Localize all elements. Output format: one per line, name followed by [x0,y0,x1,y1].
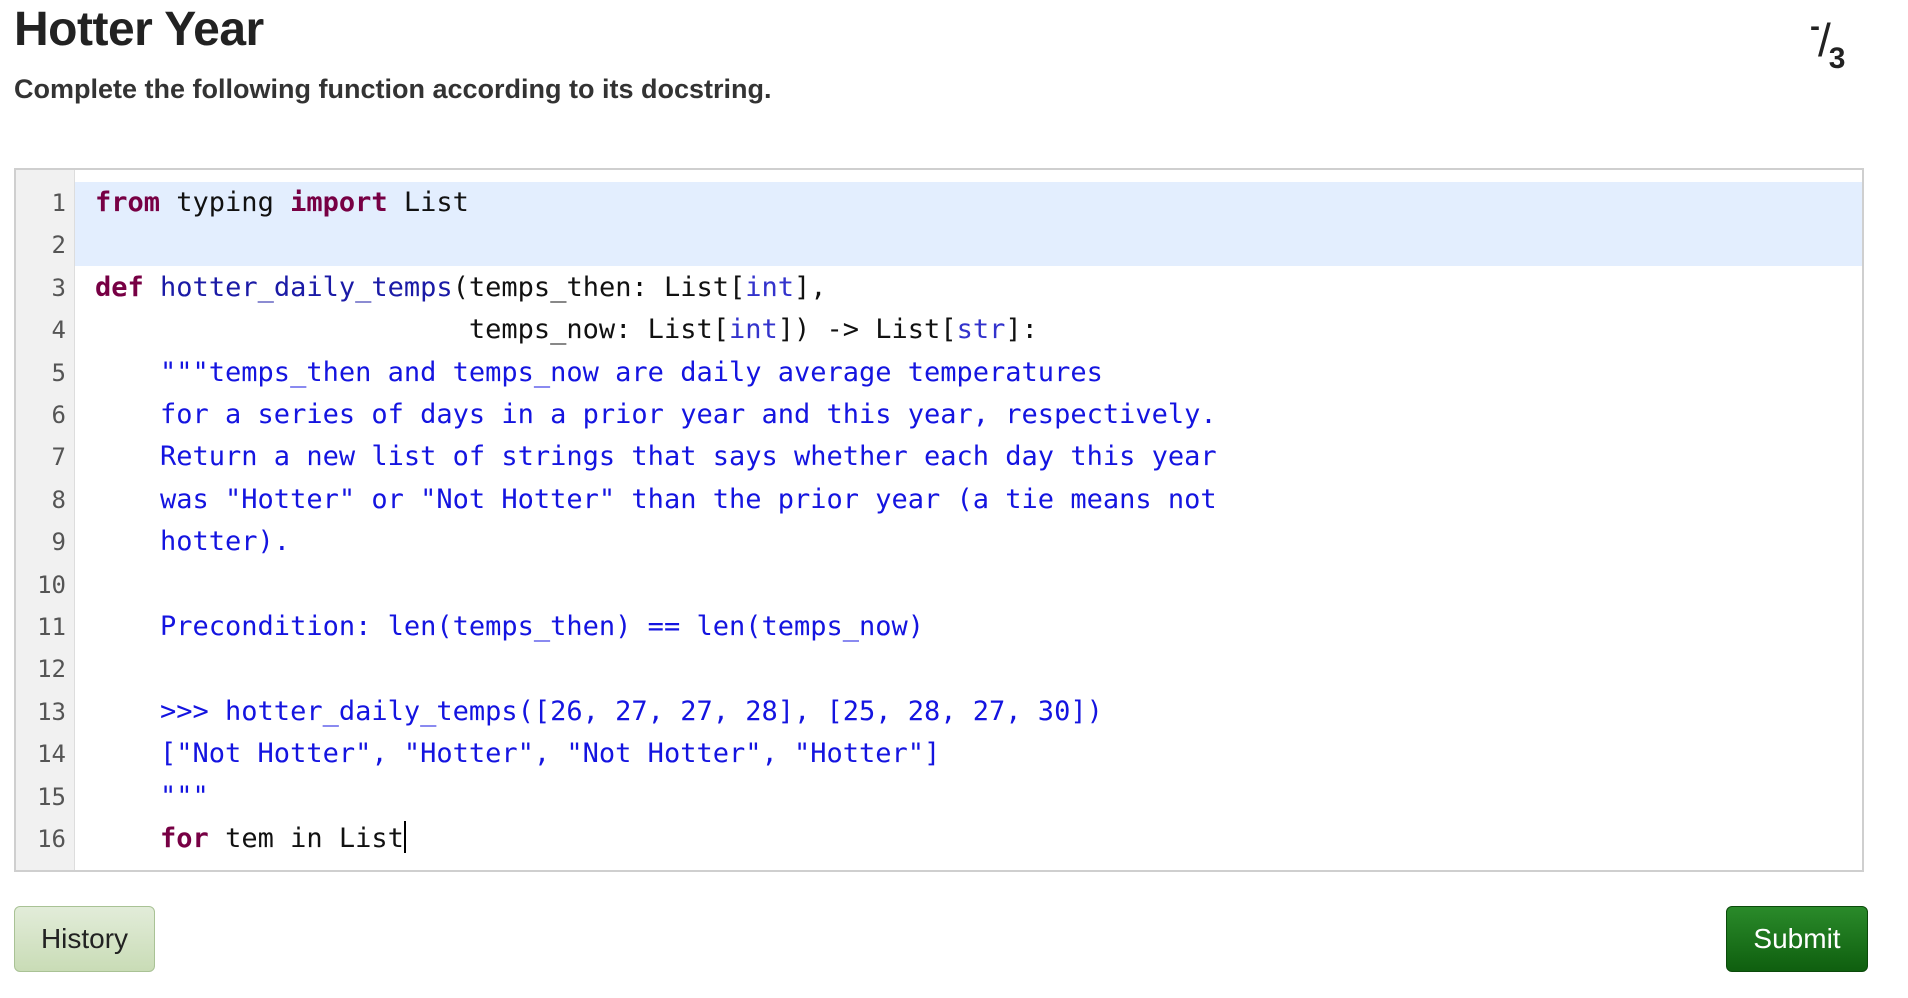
code-text[interactable]: Return a new list of strings that says w… [95,436,1217,478]
code-line[interactable]: 7 Return a new list of strings that says… [16,436,1862,478]
line-number: 14 [37,740,66,769]
code-text[interactable]: ["Not Hotter", "Hotter", "Not Hotter", "… [95,733,940,775]
line-number: 4 [51,316,66,345]
code-token: was "Hotter" or "Not Hotter" than the pr… [95,483,1217,515]
code-text[interactable]: >>> hotter_daily_temps([26, 27, 27, 28],… [95,691,1103,733]
code-token: >>> hotter_daily_temps([26, 27, 27, 28],… [95,695,1103,727]
code-token: typing [160,187,291,218]
line-number: 3 [51,273,66,302]
code-line[interactable]: 14 ["Not Hotter", "Hotter", "Not Hotter"… [16,733,1862,775]
code-token: List [387,187,469,218]
code-line[interactable]: 13 >>> hotter_daily_temps([26, 27, 27, 2… [16,691,1862,733]
code-text[interactable]: """ [95,776,209,818]
code-line[interactable]: 15 """ [16,776,1862,818]
line-number: 5 [51,358,66,387]
text-cursor [403,821,406,853]
code-token: str [956,314,1006,346]
code-text[interactable]: temps_now: List[int]) -> List[str]: [95,309,1038,351]
line-number: 16 [37,825,66,853]
code-token: (temps_then: List[ [452,271,746,303]
code-text[interactable]: """temps_then and temps_now are daily av… [95,352,1103,394]
code-token: import [290,187,388,218]
code-token: def [95,271,144,303]
code-token: hotter_daily_temps [160,271,453,303]
code-text[interactable]: from typing import List [95,182,469,224]
code-text[interactable]: for a series of days in a prior year and… [95,394,1217,436]
history-button[interactable]: History [14,906,155,972]
code-token: ]: [1005,314,1038,346]
line-number: 10 [37,570,66,599]
line-number: 7 [51,443,66,472]
code-token: ]) -> List[ [777,314,957,346]
instructions: Complete the following function accordin… [14,74,772,104]
code-token: Precondition: len(temps_then) == len(tem… [95,611,925,642]
code-token: ], [794,271,827,303]
code-token: Return a new list of strings that says w… [95,441,1217,473]
code-token: temps_now: List[ [95,314,729,346]
score-indicator: -/3 [1810,10,1845,76]
code-token: from [95,187,161,218]
submit-button[interactable]: Submit [1726,906,1868,972]
score-denominator: 3 [1828,42,1846,75]
code-token: int [745,271,795,303]
code-text[interactable]: was "Hotter" or "Not Hotter" than the pr… [95,479,1217,521]
code-line[interactable]: 9 hotter). [16,521,1862,563]
code-token: for a series of days in a prior year and… [95,399,1217,430]
line-number: 13 [37,697,66,726]
code-line[interactable]: 1 from typing import List [16,182,1862,224]
code-token: """temps_then and temps_now are daily av… [95,356,1103,388]
code-editor[interactable]: 1 from typing import List 2 3 def hotter_dai… [14,168,1864,872]
code-token: """ [95,780,209,812]
code-line[interactable]: 8 was "Hotter" or "Not Hotter" than the … [16,479,1862,521]
line-number: 12 [37,655,66,684]
code-line[interactable]: 2 [16,224,1862,266]
line-number: 2 [51,231,66,260]
code-line[interactable]: 10 [16,564,1862,606]
code-line[interactable]: 3 def hotter_daily_temps(temps_then: List… [16,267,1862,309]
code-line[interactable]: 6 for a series of days in a prior year a… [16,394,1862,436]
code-text[interactable]: hotter). [95,521,290,563]
code-text[interactable]: for tem in List [95,818,406,860]
code-line[interactable]: 12 [16,648,1862,690]
code-token: hotter). [95,526,291,558]
line-number: 1 [51,189,66,217]
code-text[interactable]: Precondition: len(temps_then) == len(tem… [95,606,924,648]
code-token: ["Not Hotter", "Hotter", "Not Hotter", "… [95,738,941,770]
line-number: 6 [51,401,66,429]
code-text[interactable]: def hotter_daily_temps(temps_then: List[… [95,267,827,309]
code-token: int [728,314,778,346]
code-line[interactable]: 11 Precondition: len(temps_then) == len(… [16,606,1862,648]
line-number: 11 [37,613,66,641]
page-title: Hotter Year [14,3,264,56]
code-token: tem in List [208,823,404,854]
code-line[interactable]: 16 for tem in List [16,818,1862,860]
code-line[interactable]: 5 """temps_then and temps_now are daily … [16,352,1862,394]
code-line[interactable]: 4 temps_now: List[int]) -> List[str]: [16,309,1862,351]
exercise-page: Hotter Year -/3 Complete the following f… [0,0,1908,998]
line-number: 9 [51,528,66,557]
line-number: 15 [37,782,66,811]
code-token: for [160,823,209,854]
line-number: 8 [51,485,66,514]
